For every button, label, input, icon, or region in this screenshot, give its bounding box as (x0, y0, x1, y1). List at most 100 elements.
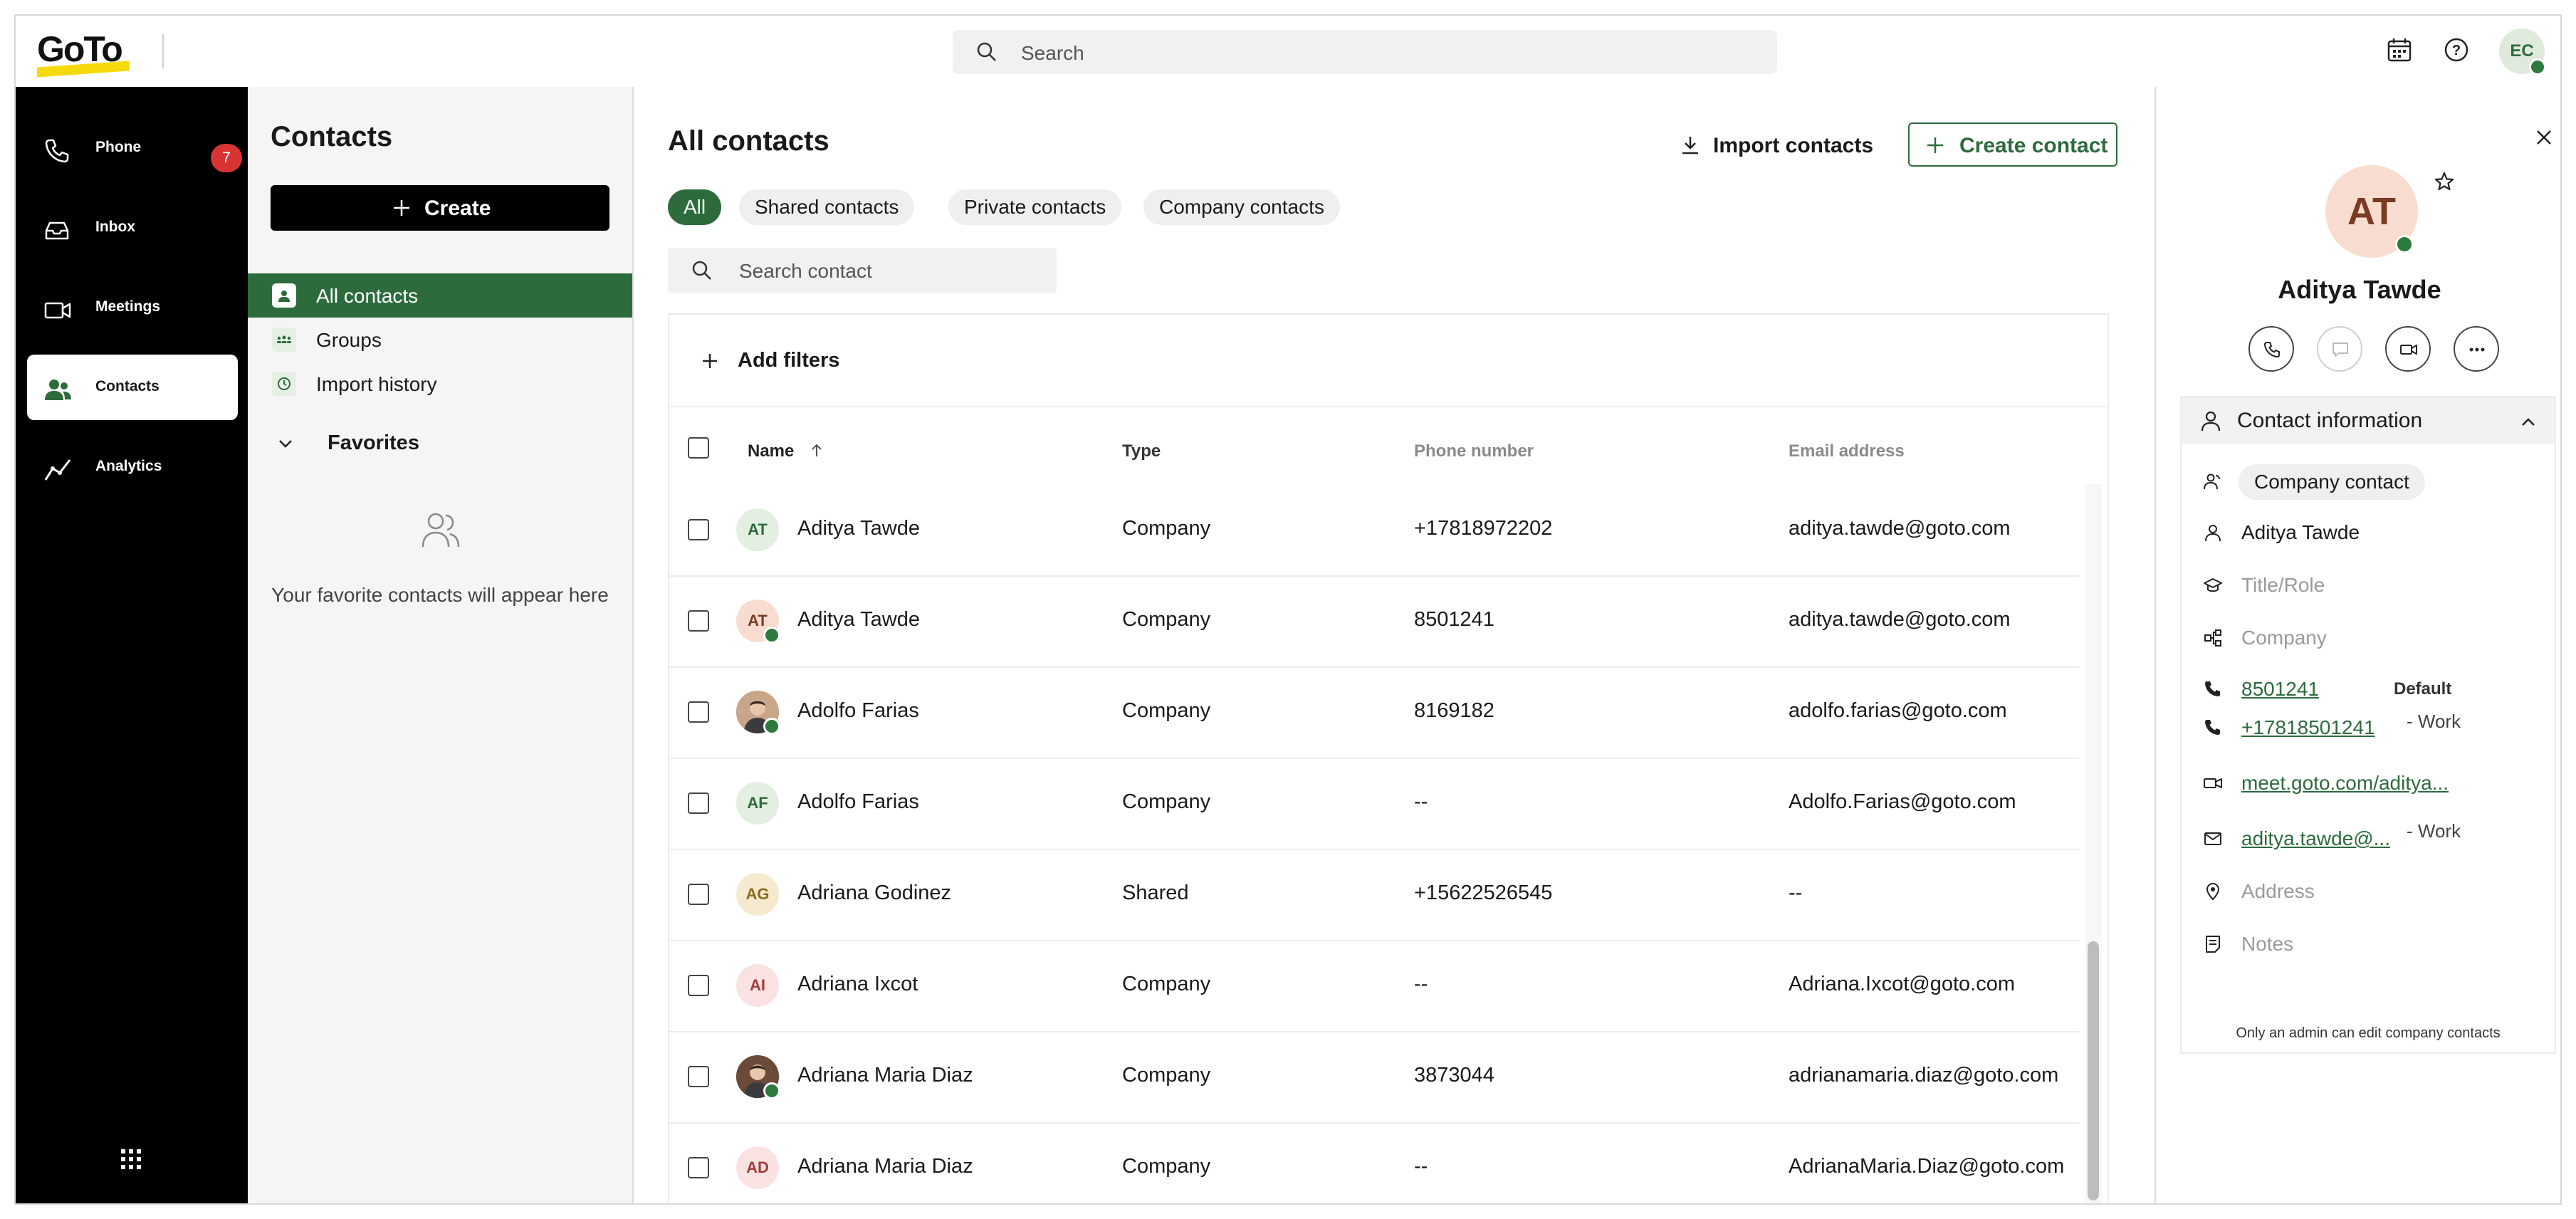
select-all-checkbox[interactable] (688, 437, 709, 459)
column-header-phone[interactable]: Phone number (1414, 441, 1534, 461)
user-avatar[interactable]: EC (2499, 28, 2546, 75)
global-search-input[interactable]: Search (953, 30, 1777, 74)
row-checkbox[interactable] (688, 975, 709, 996)
table-row[interactable]: AI Adriana Ixcot Company -- Adriana.Ixcot@go… (669, 940, 2079, 1032)
contact-avatar (736, 1055, 780, 1099)
contacts-icon (43, 376, 74, 404)
contact-initials: AT (2347, 190, 2396, 233)
phone-badge: 7 (211, 144, 242, 172)
contact-phone-cell: 3873044 (1414, 1064, 1494, 1087)
column-header-type[interactable]: Type (1122, 441, 1161, 461)
page-title: All contacts (668, 125, 829, 157)
nav-item-phone[interactable]: Phone 7 (27, 115, 242, 181)
create-contact-button[interactable]: Create contact (1908, 122, 2117, 167)
row-checkbox[interactable] (688, 701, 709, 723)
row-checkbox[interactable] (688, 792, 709, 814)
contact-phone-cell: -- (1414, 790, 1428, 813)
admin-note: Only an admin can edit company contacts (2236, 1025, 2501, 1041)
phone-icon (2203, 679, 2223, 699)
column-header-name[interactable]: Name (748, 441, 824, 461)
download-icon (1679, 134, 1702, 157)
contact-avatar: AT (2325, 165, 2418, 258)
row-checkbox[interactable] (688, 884, 709, 905)
sidebar-item-groups[interactable]: Groups (248, 318, 632, 362)
favorites-empty-text: Your favorite contacts will appear here (271, 584, 609, 606)
email-link[interactable]: aditya.tawde@... (2241, 827, 2390, 850)
top-bar: GoTo Search ? EC (16, 16, 2560, 88)
video-call-button[interactable] (2385, 326, 2431, 372)
contact-type-cell: Company (1122, 790, 1211, 813)
contact-email-cell: AdrianaMaria.Diaz@goto.com (1789, 1155, 2065, 1178)
sidebar-item-import-history[interactable]: Import history (248, 362, 632, 406)
sidebar-item-label: Import history (316, 373, 437, 395)
add-filters-label: Add filters (738, 349, 840, 372)
company-value: Company (2241, 627, 2327, 649)
goto-logo[interactable]: GoTo (37, 28, 130, 78)
row-checkbox[interactable] (688, 1157, 709, 1178)
table-row[interactable]: AF Adolfo Farias Company -- Adolfo.Farias@go… (669, 758, 2079, 850)
contact-phone-cell: 8169182 (1414, 699, 1494, 722)
phone-icon (43, 137, 71, 165)
tab-company-contacts[interactable]: Company contacts (1143, 189, 1340, 225)
plus-icon (701, 352, 719, 370)
contact-phone-cell: -- (1414, 973, 1428, 995)
row-checkbox[interactable] (688, 610, 709, 632)
contact-name-cell: Aditya Tawde (797, 608, 920, 631)
presence-dot (763, 627, 780, 644)
favorite-star-icon[interactable] (2434, 171, 2455, 192)
location-pin-icon (2203, 881, 2223, 901)
table-row[interactable]: AT Aditya Tawde Company 8501241 aditya.tawde… (669, 575, 2079, 668)
close-icon[interactable] (2533, 127, 2555, 148)
tab-shared-contacts[interactable]: Shared contacts (739, 189, 915, 225)
table-header: Name Type Phone number Email address (669, 406, 2079, 484)
contact-type-cell: Company (1122, 608, 1211, 631)
contact-email-cell: -- (1789, 881, 1803, 904)
contact-name: Aditya Tawde (2278, 275, 2441, 304)
nav-item-inbox[interactable]: Inbox (27, 195, 238, 261)
column-header-email[interactable]: Email address (1789, 441, 1905, 461)
contact-name-cell: Adriana Maria Diaz (797, 1155, 973, 1178)
table-row[interactable]: Adolfo Farias Company 8169182 adolfo.farias… (669, 666, 2079, 759)
contact-name-cell: Adriana Maria Diaz (797, 1064, 973, 1087)
row-checkbox[interactable] (688, 519, 709, 540)
create-button[interactable]: Create (271, 185, 609, 231)
row-checkbox[interactable] (688, 1066, 709, 1087)
add-filters-button[interactable]: Add filters (669, 315, 2108, 407)
search-contact-placeholder: Search contact (739, 260, 872, 282)
contact-type-cell: Shared (1122, 881, 1189, 904)
table-row[interactable]: AT Aditya Tawde Company +17818972202 aditya.… (669, 484, 2079, 577)
phone-1-link[interactable]: 8501241 (2241, 678, 2319, 701)
call-button[interactable] (2248, 326, 2294, 372)
sort-ascending-icon (812, 444, 822, 456)
phone-2-link[interactable]: +17818501241 (2241, 716, 2375, 739)
app-window: GoTo Search ? EC Phone 7 Inbox Meetings … (14, 14, 2562, 1205)
contact-information-header[interactable]: Contact information (2182, 397, 2555, 444)
apps-grid-icon[interactable] (120, 1148, 142, 1171)
contact-name-cell: Adriana Godinez (797, 881, 952, 904)
avatar-initials: AT (748, 520, 768, 538)
nav-item-analytics[interactable]: Analytics (27, 434, 238, 500)
import-contacts-button[interactable]: Import contacts (1679, 122, 1884, 168)
avatar-initials: AG (745, 885, 770, 903)
table-row[interactable]: AD Adriana Maria Diaz Company -- AdrianaMari… (669, 1122, 2079, 1203)
message-button[interactable] (2317, 326, 2362, 372)
search-contact-input[interactable]: Search contact (668, 248, 1057, 293)
help-icon[interactable]: ? (2442, 36, 2471, 64)
more-options-button[interactable] (2454, 326, 2499, 372)
sidebar-item-label: All contacts (316, 285, 419, 307)
table-row[interactable]: Adriana Maria Diaz Company 3873044 adrianam… (669, 1031, 2079, 1124)
nav-item-contacts[interactable]: Contacts (27, 355, 238, 420)
tab-private-contacts[interactable]: Private contacts (948, 189, 1122, 225)
groups-icon (272, 328, 296, 352)
nav-label: Inbox (95, 219, 135, 235)
scrollbar[interactable] (2088, 941, 2099, 1200)
meeting-link[interactable]: meet.goto.com/aditya... (2241, 772, 2449, 795)
avatar-initials: AD (746, 1158, 769, 1176)
contact-avatar (736, 691, 780, 735)
calendar-icon[interactable] (2385, 36, 2414, 64)
person-icon (2199, 409, 2223, 433)
table-row[interactable]: AG Adriana Godinez Shared +15622526545 -- (669, 849, 2079, 941)
nav-item-meetings[interactable]: Meetings (27, 275, 238, 340)
sidebar-item-all-contacts[interactable]: All contacts (248, 273, 632, 318)
tab-all[interactable]: All (668, 189, 722, 225)
